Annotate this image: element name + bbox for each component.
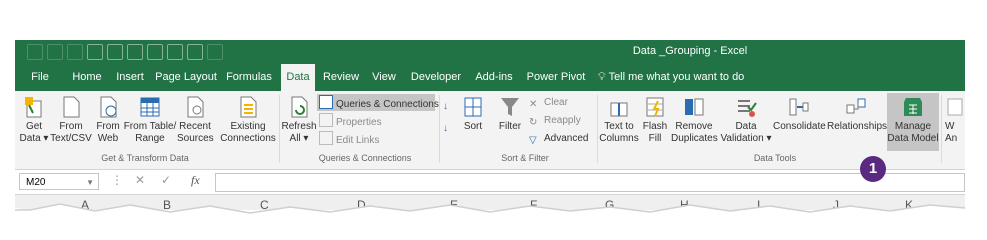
consolidate-button[interactable]: Consolidate — [773, 95, 826, 133]
relationships-button[interactable]: Relationships — [827, 95, 887, 133]
advanced-filter-button[interactable]: ▽ Advanced — [529, 131, 588, 147]
recent-sources-icon — [187, 96, 204, 118]
relationships-icon — [846, 98, 866, 114]
clear-filter-button[interactable]: ✕ Clear — [529, 95, 568, 111]
group-label-queries: Queries & Connections — [318, 153, 412, 163]
sort-icon — [464, 97, 482, 117]
group-divider — [941, 95, 942, 163]
edit-links-icon — [319, 131, 333, 145]
queries-connections-button[interactable]: Queries & Connections — [319, 95, 439, 111]
refresh-icon — [291, 96, 308, 118]
reapply-button[interactable]: ↻ Reapply — [529, 113, 581, 129]
what-if-analysis-button[interactable]: W An — [945, 95, 965, 145]
filter-button[interactable]: Filter — [495, 95, 525, 133]
filter-icon — [501, 98, 519, 116]
file-text-icon — [63, 96, 80, 118]
from-table-range-button[interactable]: From Table/ Range — [123, 95, 177, 145]
consolidate-icon — [789, 98, 809, 116]
sort-za-icon[interactable]: ↓ — [443, 121, 448, 137]
tab-insert[interactable]: Insert — [111, 64, 149, 91]
clear-icon: ✕ — [529, 99, 538, 110]
tab-formulas[interactable]: Formulas — [223, 64, 275, 91]
tab-power-pivot[interactable]: Power Pivot — [523, 64, 589, 91]
tell-me-box[interactable]: 💡︎ Tell me what you want to do — [598, 64, 744, 91]
ribbon: Get Data ▾ From Text/CSV From Web From T… — [15, 91, 965, 170]
manage-data-model-button[interactable]: Manage Data Model — [887, 95, 939, 145]
table-range-icon — [140, 97, 160, 117]
reapply-icon: ↻ — [529, 117, 538, 128]
edit-links-button[interactable]: Edit Links — [319, 131, 379, 147]
what-if-icon — [947, 98, 963, 116]
group-label-data-tools: Data Tools — [753, 153, 797, 163]
tab-home[interactable]: Home — [67, 64, 107, 91]
step-number-badge: 1 — [860, 156, 886, 182]
title-bar: Data _Grouping - Excel — [15, 40, 965, 64]
properties-button[interactable]: Properties — [319, 113, 382, 129]
refresh-all-button[interactable]: Refresh All ▾ — [281, 95, 317, 145]
web-icon — [100, 96, 117, 118]
tab-review[interactable]: Review — [321, 64, 361, 91]
recent-sources-button[interactable]: Recent Sources — [177, 95, 214, 145]
flash-fill-button[interactable]: Flash Fill — [639, 95, 671, 145]
queries-icon — [319, 95, 333, 109]
tab-data[interactable]: Data — [281, 64, 315, 91]
tell-me-text: Tell me what you want to do — [608, 71, 745, 83]
tab-file[interactable]: File — [25, 64, 55, 91]
window-title: Data _Grouping - Excel — [632, 45, 748, 57]
group-divider — [279, 95, 280, 163]
lightbulb-icon: 💡︎ — [598, 71, 606, 83]
remove-duplicates-icon — [685, 98, 704, 116]
existing-connections-button[interactable]: Existing Connections — [219, 95, 277, 145]
get-data-icon — [25, 97, 42, 118]
get-data-button[interactable]: Get Data ▾ — [19, 95, 49, 145]
tab-add-ins[interactable]: Add-ins — [471, 64, 517, 91]
sort-az-icon[interactable]: ↓ — [443, 99, 448, 115]
data-model-icon — [904, 98, 922, 116]
flash-fill-icon — [646, 97, 664, 117]
from-text-csv-button[interactable]: From Text/CSV — [49, 95, 93, 145]
ribbon-tabs: File Home Insert Page Layout Formulas Da… — [15, 64, 965, 91]
group-label-get-transform: Get & Transform Data — [101, 153, 189, 163]
group-label-sort-filter: Sort & Filter — [501, 153, 549, 163]
group-divider — [597, 95, 598, 163]
data-validation-icon — [738, 100, 757, 117]
sort-button[interactable]: Sort — [459, 95, 487, 133]
tab-page-layout[interactable]: Page Layout — [155, 64, 217, 91]
torn-edge — [0, 203, 987, 240]
data-validation-button[interactable]: Data Validation ▾ — [719, 95, 773, 145]
tab-view[interactable]: View — [367, 64, 401, 91]
group-divider — [439, 95, 440, 163]
existing-connections-icon — [240, 96, 257, 118]
properties-icon — [319, 113, 333, 127]
from-web-button[interactable]: From Web — [93, 95, 123, 145]
text-to-columns-icon — [610, 102, 628, 117]
tab-developer[interactable]: Developer — [408, 64, 464, 91]
remove-duplicates-button[interactable]: Remove Duplicates — [671, 95, 718, 145]
advanced-icon: ▽ — [529, 135, 537, 146]
text-to-columns-button[interactable]: Text to Columns — [599, 95, 639, 145]
